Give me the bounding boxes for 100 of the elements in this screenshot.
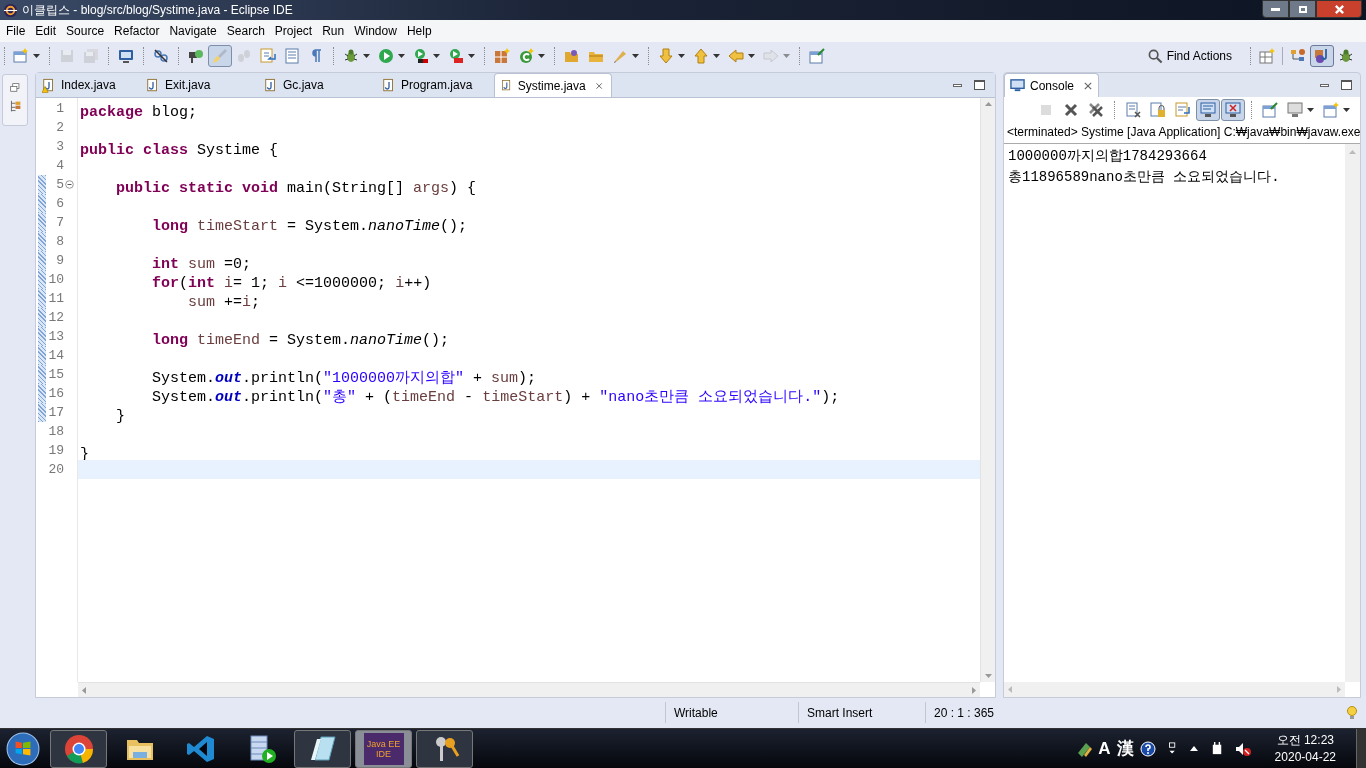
- ime-indicator[interactable]: 漢: [1116, 735, 1134, 762]
- toolbar-button[interactable]: [1221, 99, 1245, 121]
- java-file-icon: [501, 78, 513, 93]
- caret-icon: [363, 54, 370, 58]
- pen-icon[interactable]: [1076, 740, 1093, 757]
- logo-text: IDE: [376, 748, 391, 759]
- vertical-scrollbar[interactable]: [980, 98, 995, 682]
- monitor-error-icon: [1225, 102, 1241, 118]
- arrow-left-icon: [728, 48, 744, 64]
- restore-icon[interactable]: [9, 83, 21, 94]
- menu-item[interactable]: Edit: [30, 22, 62, 40]
- line-number: 2: [55, 118, 64, 137]
- taskbar-button[interactable]: Java EE IDE: [355, 729, 412, 768]
- window-pin-icon: [1262, 102, 1278, 118]
- menu-item[interactable]: Source: [61, 22, 110, 40]
- line-number: 7: [55, 213, 64, 232]
- clock[interactable]: 오전 12:23 2020-04-22: [1274, 731, 1336, 766]
- cross-icon: [1063, 102, 1079, 118]
- java-file-icon: [146, 77, 160, 93]
- close-icon: [1333, 3, 1345, 15]
- show-desktop-button[interactable]: [1356, 728, 1366, 768]
- arrow-right-icon: [763, 48, 779, 64]
- menu-item[interactable]: Refactor: [109, 22, 165, 40]
- new-file-icon: [13, 48, 29, 64]
- caret-icon: [468, 54, 475, 58]
- console-tab[interactable]: Console: [1004, 73, 1100, 97]
- play-toolbox-icon: [448, 48, 464, 64]
- menu-item[interactable]: Navigate: [164, 22, 222, 40]
- toolbar-button[interactable]: [1196, 99, 1220, 121]
- hierarchy-icon: [1290, 48, 1306, 64]
- search-icon: [1147, 48, 1163, 64]
- browser-icon: [62, 732, 95, 765]
- help-icon[interactable]: [1139, 740, 1156, 757]
- line-number: 20: [47, 460, 64, 479]
- grid-box-icon: [494, 48, 510, 64]
- arrow-up-icon: [693, 48, 709, 64]
- maximize-icon[interactable]: [974, 80, 985, 90]
- scroll-up-icon[interactable]: [984, 102, 992, 106]
- editor-tab[interactable]: Index.java: [36, 73, 140, 97]
- monitor-icon: [1287, 102, 1303, 118]
- line-number: 16: [47, 384, 64, 403]
- line-number: 12: [47, 308, 64, 327]
- line-number: 6: [55, 194, 64, 213]
- arrow-down-icon: [658, 48, 674, 64]
- close-icon[interactable]: [594, 80, 603, 91]
- taskbar-button[interactable]: [294, 729, 351, 768]
- bug-icon: [1338, 48, 1354, 64]
- line-number: 8: [55, 232, 64, 251]
- menu-item[interactable]: Window: [349, 22, 402, 40]
- menu-item[interactable]: Project: [269, 22, 318, 40]
- code-line: int sum =0;: [151, 256, 252, 273]
- editor-tab[interactable]: Exit.java: [140, 73, 258, 97]
- editor-tab[interactable]: Gc.java: [258, 73, 376, 97]
- play-icon: [378, 48, 394, 64]
- monitor-lines-icon: [1200, 102, 1216, 118]
- scroll-down-icon[interactable]: [984, 674, 992, 678]
- taskbar-button[interactable]: [416, 729, 473, 768]
- caret-icon: [1343, 108, 1350, 112]
- restore-button[interactable]: [1289, 0, 1316, 18]
- console-output-line: 총11896589nano초만큼 소요되었습니다.: [1008, 168, 1281, 187]
- letter-c-circle-icon: [518, 48, 534, 64]
- close-icon[interactable]: [1083, 80, 1094, 91]
- scroll-left-icon[interactable]: [82, 686, 86, 694]
- show-hidden-icon[interactable]: [1189, 746, 1198, 751]
- floppy-stack-icon: [83, 48, 99, 64]
- code-line: public class Systime {: [80, 142, 279, 159]
- horizontal-scrollbar[interactable]: [78, 682, 980, 697]
- console-output-line: 1000000까지의합1784293664: [1008, 147, 1208, 166]
- perspective-button[interactable]: [1310, 45, 1334, 67]
- line-number: 18: [47, 422, 64, 441]
- taskbar-button[interactable]: [50, 729, 107, 768]
- menu-item[interactable]: Run: [317, 22, 350, 40]
- line-number: 17: [47, 403, 64, 422]
- monitor-icon: [1010, 78, 1025, 93]
- minimize-button[interactable]: [1262, 0, 1289, 18]
- scroll-right-icon[interactable]: [972, 686, 976, 694]
- minimize-icon[interactable]: [953, 83, 962, 87]
- caret-icon: [748, 54, 755, 58]
- close-button[interactable]: [1316, 0, 1362, 18]
- editor-tab[interactable]: Systime.java: [494, 73, 612, 97]
- find-actions-button[interactable]: Find Actions: [1143, 45, 1236, 67]
- clear-document-icon: [1125, 102, 1141, 118]
- caret-icon: [783, 54, 790, 58]
- caret-icon: [33, 54, 40, 58]
- stop-square-icon: [1038, 102, 1054, 118]
- minimize-icon[interactable]: [1320, 83, 1329, 87]
- status-text: Smart Insert: [798, 702, 925, 723]
- pen-icon: [612, 48, 628, 64]
- maximize-icon[interactable]: [1341, 80, 1352, 90]
- menu-item[interactable]: Search: [221, 22, 270, 40]
- menu-item[interactable]: Help: [401, 22, 437, 40]
- hierarchy-icon[interactable]: [8, 100, 22, 113]
- vertical-scrollbar[interactable]: [1345, 144, 1360, 682]
- code-line: System.out.println("총" + (timeEnd - timeStart) + "nano초만큼 소요되었습니다.");: [151, 389, 840, 406]
- ime-indicator[interactable]: A: [1098, 735, 1111, 762]
- editor-tab[interactable]: Program.java: [376, 73, 494, 97]
- lightbulb-icon[interactable]: [1346, 705, 1358, 720]
- document-icon: [284, 48, 300, 64]
- fold-icon[interactable]: [65, 180, 74, 189]
- menu-item[interactable]: File: [1, 22, 31, 40]
